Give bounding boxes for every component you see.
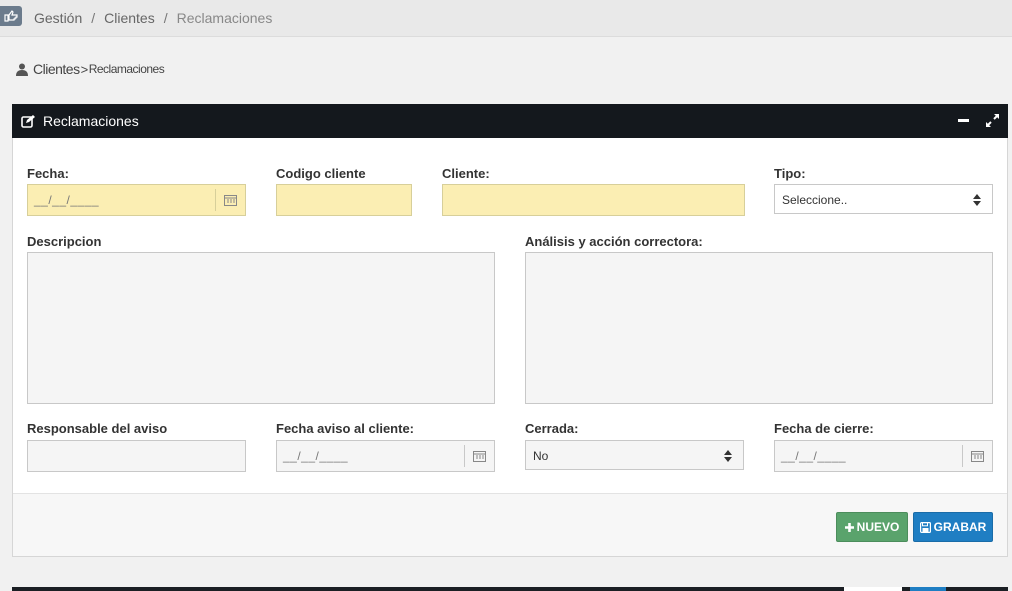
breadcrumb-reclamaciones: Reclamaciones [176, 10, 273, 26]
cliente-label: Cliente: [442, 166, 490, 181]
grabar-button[interactable]: GRABAR [913, 512, 993, 542]
nuevo-button-label: NUEVO [856, 520, 900, 534]
panel-footer: NUEVO GRABAR [13, 493, 1007, 556]
descripcion-textarea[interactable] [27, 252, 495, 404]
page-subtitle: Clientes > Reclamaciones [16, 61, 165, 77]
reclamaciones-panel: Reclamaciones Fecha: __/__/____ Codigo c… [12, 104, 1008, 557]
breadcrumb-separator: / [91, 10, 96, 26]
subtitle-section: Clientes [33, 61, 80, 77]
floppy-icon [919, 521, 931, 533]
fecha-aviso-input[interactable]: __/__/____ [276, 440, 495, 472]
select-arrows-icon [724, 450, 732, 462]
calendar-icon[interactable] [215, 189, 245, 211]
fecha-label: Fecha: [27, 166, 69, 181]
fecha-aviso-label: Fecha aviso al cliente: [276, 421, 415, 436]
analisis-textarea[interactable] [525, 252, 993, 404]
grabar-button-label: GRABAR [933, 520, 987, 534]
user-icon [16, 63, 28, 76]
top-breadcrumb-bar: Gestión / Clientes / Reclamaciones [0, 0, 1012, 37]
responsable-input[interactable] [27, 440, 246, 472]
codigo-cliente-input[interactable] [276, 184, 412, 216]
fecha-cierre-label: Fecha de cierre: [774, 421, 874, 436]
tipo-selected: Seleccione.. [782, 193, 848, 207]
subtitle-separator: > [80, 61, 89, 77]
subtitle-page: Reclamaciones [88, 62, 165, 76]
bottom-strip-segment [910, 587, 946, 591]
edit-icon [21, 114, 35, 128]
fecha-cierre-placeholder: __/__/____ [781, 449, 847, 463]
panel-header: Reclamaciones [12, 104, 1008, 138]
fecha-input[interactable]: __/__/____ [27, 184, 246, 216]
breadcrumb: Gestión / Clientes / Reclamaciones [34, 10, 272, 26]
plus-icon [844, 522, 854, 532]
breadcrumb-separator: / [163, 10, 168, 26]
codigo-cliente-label: Codigo cliente [276, 166, 366, 181]
cliente-input[interactable] [442, 184, 745, 216]
cerrada-selected: No [533, 449, 549, 463]
minus-icon[interactable] [958, 119, 969, 122]
tipo-label: Tipo: [774, 166, 806, 181]
hand-point-icon[interactable] [0, 6, 22, 26]
cerrada-label: Cerrada: [525, 421, 579, 436]
fecha-placeholder: __/__/____ [34, 193, 100, 207]
bottom-strip-segment [844, 587, 902, 591]
analisis-label: Análisis y acción correctora: [525, 234, 703, 249]
cerrada-select[interactable]: No [525, 440, 744, 470]
fecha-aviso-placeholder: __/__/____ [283, 449, 349, 463]
breadcrumb-gestion[interactable]: Gestión [34, 10, 82, 26]
calendar-icon[interactable] [962, 445, 992, 467]
expand-icon[interactable] [986, 114, 999, 127]
bottom-panel-edge [12, 587, 1008, 591]
calendar-icon[interactable] [464, 445, 494, 467]
descripcion-label: Descripcion [27, 234, 102, 249]
select-arrows-icon [973, 194, 981, 206]
tipo-select[interactable]: Seleccione.. [774, 184, 993, 214]
nuevo-button[interactable]: NUEVO [836, 512, 908, 542]
responsable-label: Responsable del aviso [27, 421, 168, 436]
breadcrumb-clientes[interactable]: Clientes [104, 10, 155, 26]
fecha-cierre-input[interactable]: __/__/____ [774, 440, 993, 472]
panel-title: Reclamaciones [43, 113, 139, 129]
